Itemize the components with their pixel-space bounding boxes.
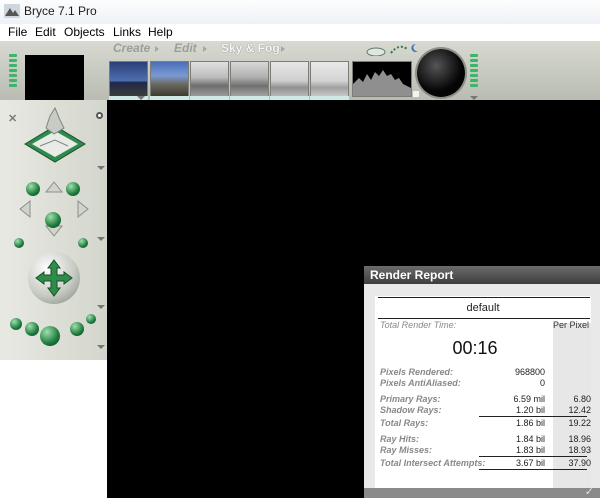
- ray-hits-label: Ray Hits:: [380, 434, 420, 444]
- shadow-rays-value: 1.20 bil: [515, 405, 545, 415]
- x-icon[interactable]: ✕: [8, 112, 17, 125]
- sky-preset-thumb-1[interactable]: [109, 61, 148, 97]
- menu-edit[interactable]: Edit: [35, 25, 56, 39]
- zoom-ball-3[interactable]: [40, 326, 60, 346]
- nav-ball-center[interactable]: [45, 212, 61, 228]
- pixels-rendered-label: Pixels Rendered:: [380, 367, 454, 377]
- nav-ball-left[interactable]: [26, 182, 40, 196]
- shadow-rays-per-pixel: 12.42: [568, 405, 591, 415]
- primary-rays-value: 6.59 mil: [513, 394, 545, 404]
- render-report-panel: Render Report default Total Render Time:…: [364, 266, 600, 498]
- primary-rays-per-pixel: 6.80: [573, 394, 591, 404]
- nav-ball-right[interactable]: [66, 182, 80, 196]
- ray-hits-value: 1.84 bil: [515, 434, 545, 444]
- shadow-rays-label: Shadow Rays:: [380, 405, 442, 415]
- tab-create[interactable]: Create: [113, 41, 150, 55]
- title-bar: Bryce 7.1 Pro: [0, 0, 600, 25]
- render-report-body: default Total Render Time: Per Pixel 00:…: [375, 296, 591, 495]
- menu-file[interactable]: File: [8, 25, 27, 39]
- cloud-icon[interactable]: [366, 46, 386, 56]
- histogram-toggle[interactable]: [413, 91, 419, 97]
- ray-misses-label: Ray Misses:: [380, 445, 433, 455]
- tab-edit[interactable]: Edit: [174, 41, 197, 55]
- total-render-time-label: Total Render Time:: [380, 320, 457, 330]
- total-intersect-label: Total Intersect Attempts:: [380, 458, 486, 468]
- total-rays-per-pixel: 19.22: [568, 418, 591, 428]
- window-title: Bryce 7.1 Pro: [24, 4, 97, 18]
- ray-hits-per-pixel: 18.96: [568, 434, 591, 444]
- render-time-value: 00:16: [452, 338, 498, 358]
- sky-fog-palette: Create Edit Sky & Fog: [0, 41, 600, 105]
- zoom-ball-2[interactable]: [25, 322, 39, 336]
- pixels-antialiased-value: 0: [539, 378, 545, 388]
- sky-preset-thumb-2[interactable]: [150, 61, 189, 97]
- nav-ball-small-right[interactable]: [78, 238, 88, 248]
- menu-bar: File Edit Objects Links Help: [0, 24, 600, 41]
- pixels-rendered-value: 968800: [514, 367, 545, 377]
- zoom-ball-4[interactable]: [70, 322, 84, 336]
- tab-sky-fog[interactable]: Sky & Fog: [221, 41, 280, 55]
- zoom-options-arrow[interactable]: [97, 345, 105, 349]
- ray-misses-value: 1.83 bil: [515, 445, 545, 455]
- menu-help[interactable]: Help: [148, 25, 173, 39]
- led-indicator-left: [9, 54, 17, 89]
- menu-objects[interactable]: Objects: [64, 25, 105, 39]
- moon-icon[interactable]: [409, 43, 419, 53]
- total-rays-value: 1.86 bil: [515, 418, 545, 428]
- ray-misses-per-pixel: 18.93: [568, 445, 591, 455]
- camera-options-arrow[interactable]: [97, 166, 105, 170]
- total-rays-label: Total Rays:: [380, 418, 429, 428]
- sky-preset-thumb-6[interactable]: [310, 61, 349, 97]
- view-reset-dot[interactable]: [96, 112, 103, 119]
- total-intersect-per-pixel: 37.90: [568, 458, 591, 468]
- control-sidebar: ✕: [0, 100, 107, 498]
- sun-path-icon[interactable]: [389, 43, 409, 55]
- nav-ball-small-left[interactable]: [14, 238, 24, 248]
- report-footer: ✓: [364, 485, 600, 498]
- render-preset-name: default: [466, 302, 500, 314]
- per-pixel-label: Per Pixel: [553, 320, 590, 330]
- altitude-histogram: [352, 61, 412, 97]
- led-indicator-right: [470, 54, 478, 89]
- sky-preset-thumb-3[interactable]: [190, 61, 229, 97]
- checkmark-icon[interactable]: ✓: [585, 485, 594, 498]
- camera-trackball-icon[interactable]: [20, 106, 90, 166]
- move-trackball[interactable]: [28, 252, 80, 304]
- sky-preset-thumb-4[interactable]: [230, 61, 269, 97]
- pan-cross-icon[interactable]: [10, 174, 98, 244]
- render-report-title[interactable]: Render Report: [364, 266, 600, 284]
- nano-preview[interactable]: [25, 55, 84, 100]
- sun-moon-trackball[interactable]: [417, 49, 465, 97]
- move-arrows-icon: [35, 259, 73, 297]
- primary-rays-label: Primary Rays:: [380, 394, 441, 404]
- menu-links[interactable]: Links: [113, 25, 141, 39]
- zoom-ball-1[interactable]: [10, 318, 22, 330]
- pixels-antialiased-label: Pixels AntiAliased:: [380, 378, 461, 388]
- total-intersect-value: 3.67 bil: [515, 458, 545, 468]
- sky-preset-thumb-5[interactable]: [270, 61, 309, 97]
- zoom-ball-5[interactable]: [86, 314, 96, 324]
- move-options-arrow[interactable]: [97, 305, 105, 309]
- nav-options-arrow[interactable]: [97, 237, 105, 241]
- bryce-app-icon: [4, 4, 20, 18]
